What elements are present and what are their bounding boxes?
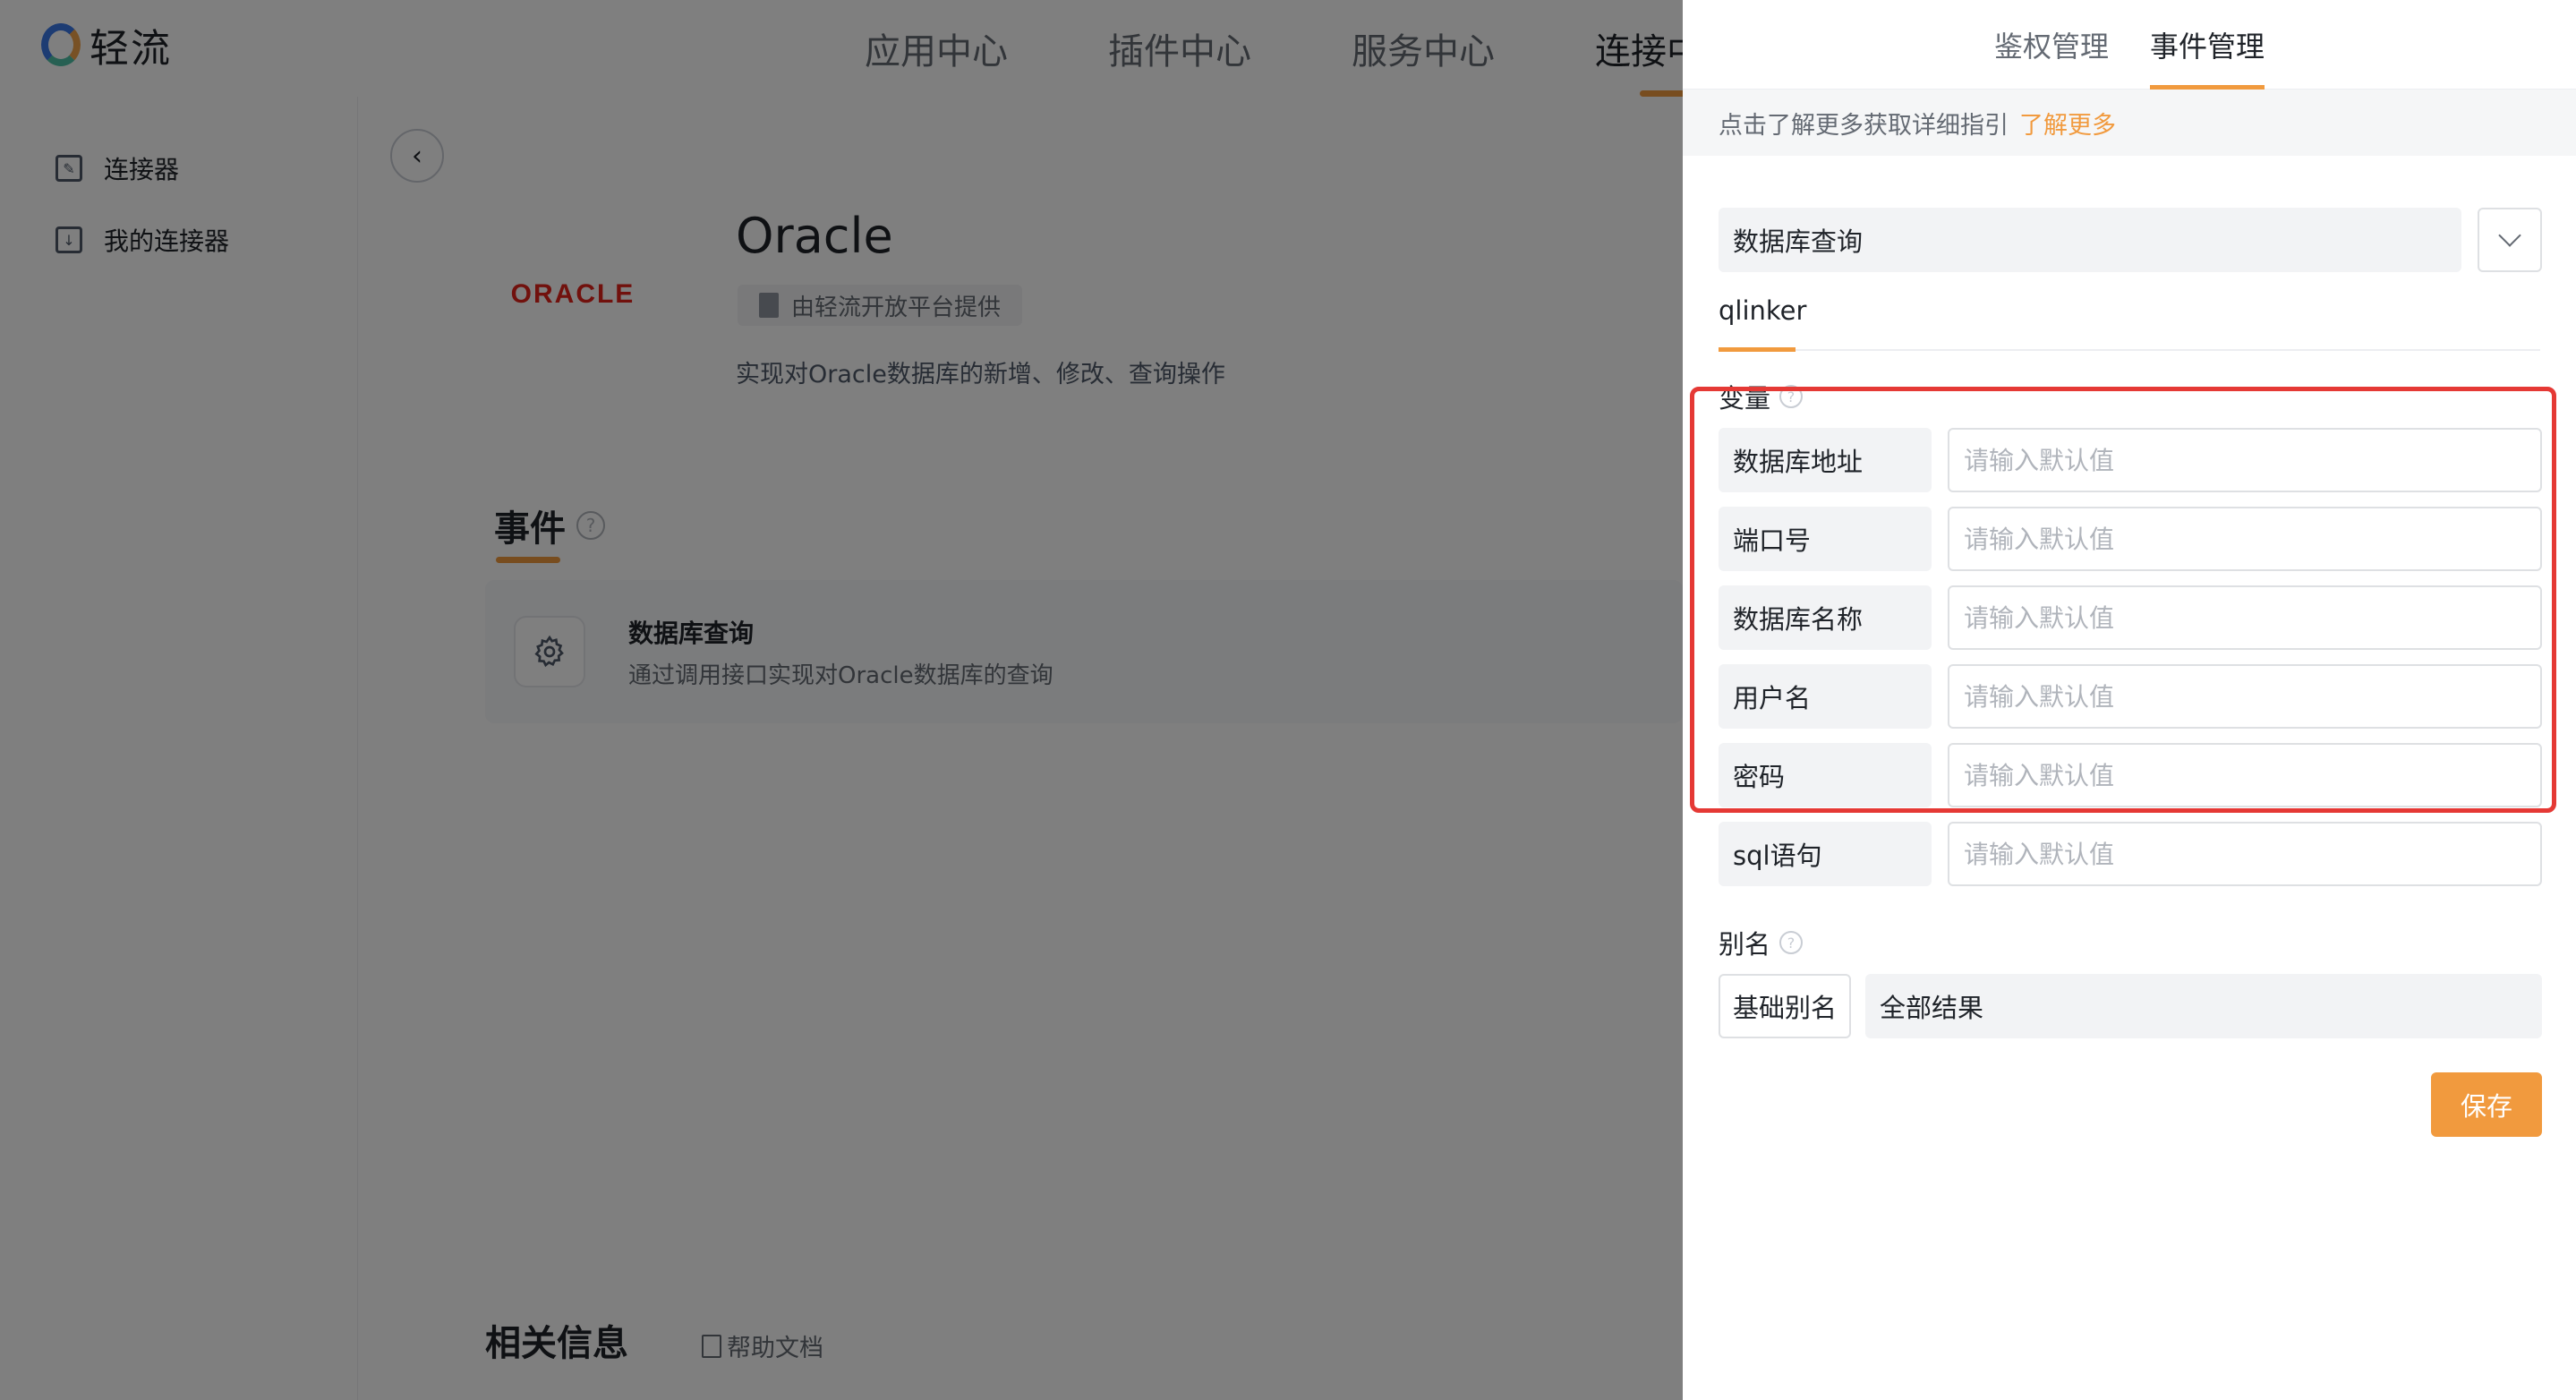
hint-text: 点击了解更多获取详细指引: [1719, 111, 2009, 140]
base-alias-label: 基础别名: [1719, 974, 1851, 1038]
event-select-value[interactable]: 数据库查询: [1719, 208, 2461, 272]
alias-label: 别名 ?: [1719, 924, 1804, 961]
modal-overlay[interactable]: [0, 0, 1683, 1400]
tab-auth-management[interactable]: 鉴权管理: [1994, 0, 2109, 90]
highlight-box: [1690, 387, 2556, 813]
variable-row: sql语句: [1719, 822, 2542, 886]
sub-tab-divider: [1719, 349, 2540, 351]
chevron-down-icon: [2498, 224, 2521, 247]
alias-label-text: 别名: [1719, 929, 1771, 960]
hint-bar: 点击了解更多获取详细指引 了解更多: [1683, 90, 2576, 156]
learn-more-link[interactable]: 了解更多: [2019, 106, 2116, 141]
variable-label: sql语句: [1719, 822, 1932, 886]
sub-tab-indicator: [1719, 347, 1796, 352]
tab-event-management[interactable]: 事件管理: [2150, 0, 2265, 90]
sql-statement-input[interactable]: [1948, 822, 2542, 886]
drawer-tabs: 鉴权管理 事件管理: [1683, 0, 2576, 90]
tab-qlinker[interactable]: qlinker: [1719, 295, 1806, 326]
dropdown-button[interactable]: [2478, 208, 2542, 272]
help-icon[interactable]: ?: [1779, 931, 1804, 954]
save-button[interactable]: 保存: [2431, 1072, 2542, 1137]
alias-value-field[interactable]: 全部结果: [1865, 974, 2542, 1038]
alias-row: 基础别名 全部结果: [1719, 974, 2542, 1038]
event-select[interactable]: 数据库查询: [1719, 208, 2542, 272]
